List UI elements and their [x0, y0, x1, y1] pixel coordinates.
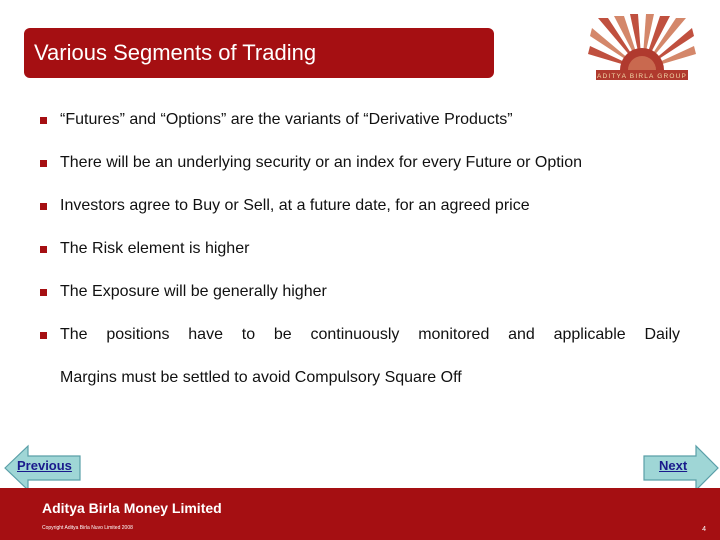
slide-title-bar: Various Segments of Trading [24, 28, 494, 78]
bullet-square-icon [40, 117, 47, 124]
previous-label[interactable]: Previous [17, 458, 72, 473]
bullet-item: The Exposure will be generally higher [40, 280, 680, 304]
bullet-item: “Futures” and “Options” are the variants… [40, 108, 680, 132]
bullet-item: The positions have to be continuously mo… [40, 323, 680, 390]
bullet-text: “Futures” and “Options” are the variants… [60, 111, 513, 128]
bullet-square-icon [40, 203, 47, 210]
bullet-text: The Exposure will be generally higher [60, 283, 327, 300]
page-number: 4 [702, 526, 706, 533]
bullet-square-icon [40, 246, 47, 253]
bullet-text: The positions have to be continuously mo… [60, 326, 680, 343]
next-label[interactable]: Next [659, 458, 687, 473]
bullet-item: The Risk element is higher [40, 237, 680, 261]
next-button[interactable]: Next [640, 444, 720, 492]
bullet-square-icon [40, 332, 47, 339]
bullet-item: Investors agree to Buy or Sell, at a fut… [40, 194, 680, 218]
bullet-square-icon [40, 160, 47, 167]
previous-button[interactable]: Previous [4, 444, 84, 492]
bullet-square-icon [40, 289, 47, 296]
bullet-text: There will be an underlying security or … [60, 154, 583, 171]
bullet-text: Investors agree to Buy or Sell, at a fut… [60, 197, 530, 214]
bullet-text: The Risk element is higher [60, 240, 250, 257]
footer-copyright: Copyright Aditya Birla Nuvo Limited 2008 [42, 525, 133, 531]
footer-company-name: Aditya Birla Money Limited [42, 500, 222, 516]
bullet-item: There will be an underlying security or … [40, 151, 680, 175]
aditya-birla-sun-logo-icon: ADITYA BIRLA GROUP [588, 14, 696, 92]
slide-title: Various Segments of Trading [34, 40, 317, 65]
footer-bar: Aditya Birla Money Limited Copyright Adi… [0, 488, 720, 540]
bullet-continuation-text: Margins must be settled to avoid Compuls… [60, 369, 462, 386]
logo-text: ADITYA BIRLA GROUP [597, 73, 687, 80]
